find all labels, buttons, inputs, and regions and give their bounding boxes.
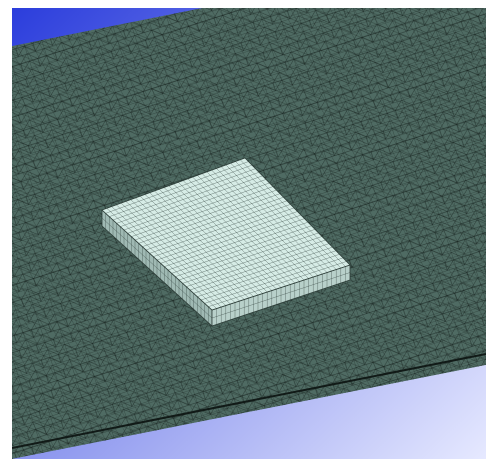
mesh-scene [12,8,486,459]
graphics-viewport[interactable] [12,8,486,459]
